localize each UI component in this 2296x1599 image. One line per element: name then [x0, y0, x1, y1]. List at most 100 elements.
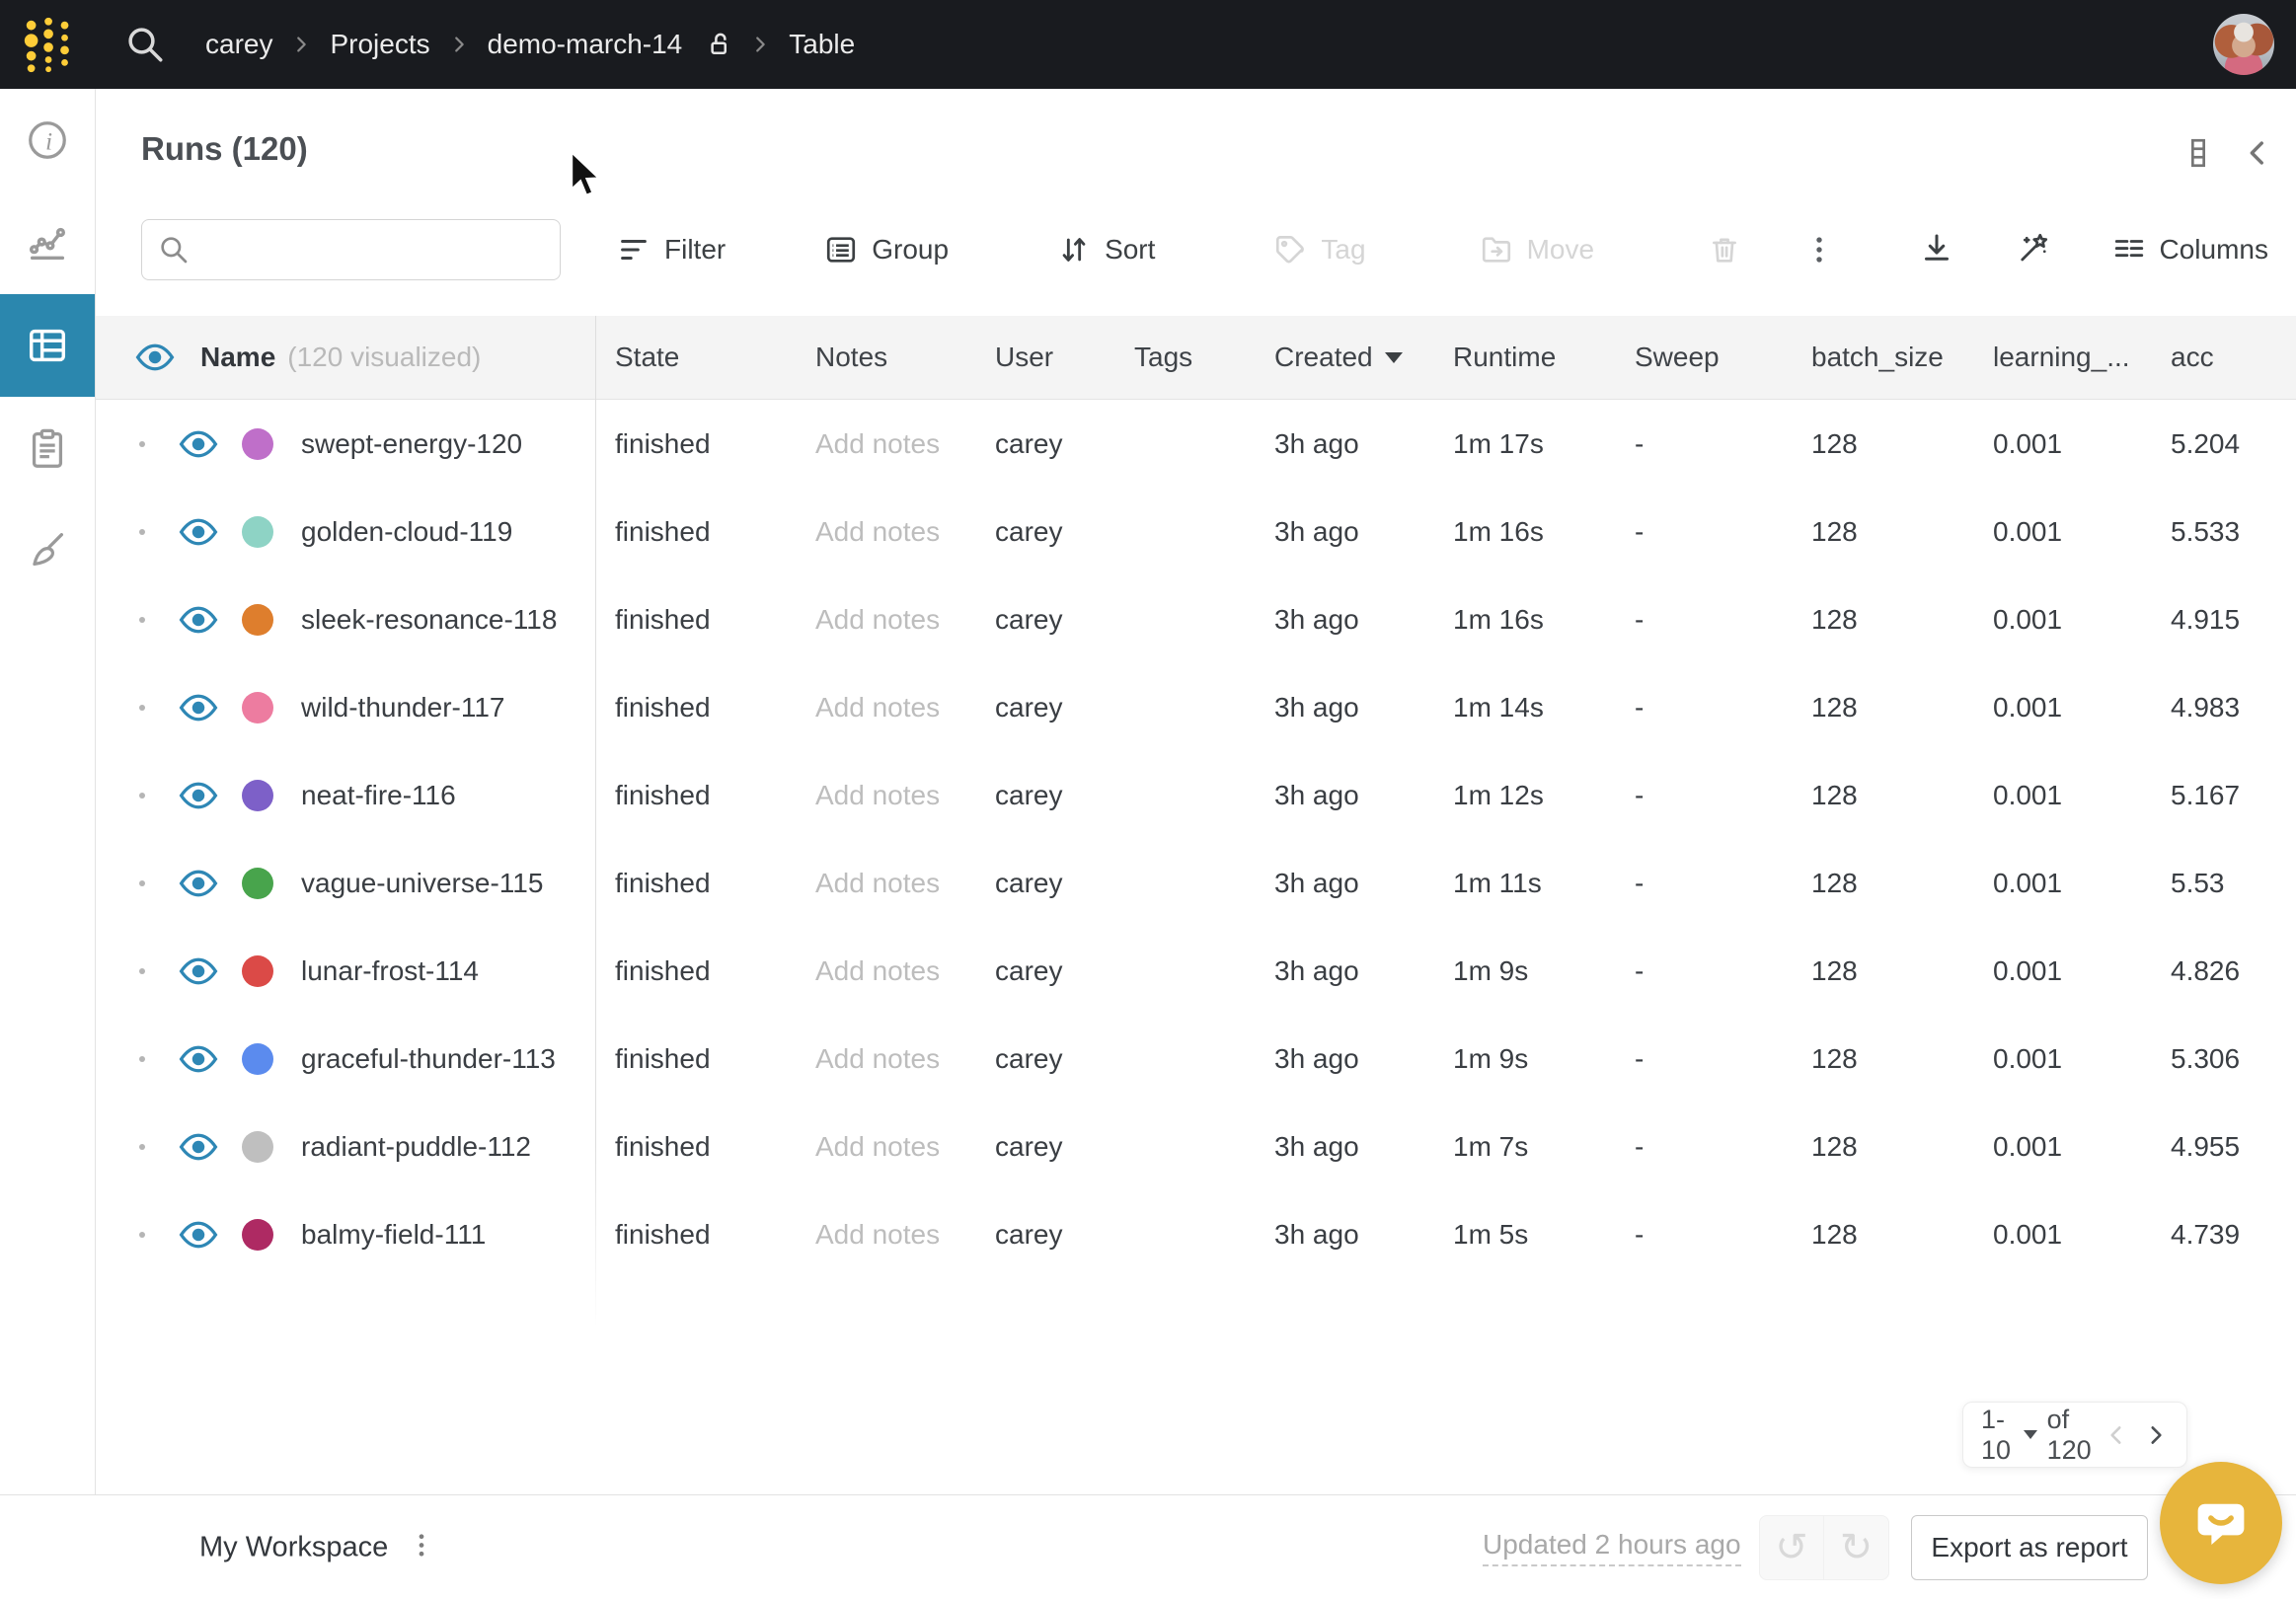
run-color-dot[interactable]: [242, 1219, 273, 1251]
run-color-dot[interactable]: [242, 604, 273, 636]
visibility-eye-icon[interactable]: [177, 598, 220, 642]
run-name-link[interactable]: lunar-frost-114: [301, 955, 479, 987]
sort-button[interactable]: Sort: [1057, 233, 1155, 266]
breadcrumb-projects[interactable]: Projects: [330, 29, 429, 60]
workspace-label[interactable]: My Workspace: [199, 1531, 388, 1563]
run-name-link[interactable]: sleek-resonance-118: [301, 604, 557, 636]
visibility-eye-icon[interactable]: [177, 510, 220, 554]
run-color-dot[interactable]: [242, 516, 273, 548]
notes-cell[interactable]: Add notes: [796, 1043, 975, 1075]
run-color-dot[interactable]: [242, 428, 273, 460]
run-color-dot[interactable]: [242, 955, 273, 987]
undo-button[interactable]: ↺: [1759, 1515, 1824, 1580]
download-button[interactable]: [1919, 230, 1954, 270]
learning-rate-cell: 0.001: [1973, 604, 2151, 636]
column-header-tags[interactable]: Tags: [1114, 342, 1255, 373]
drag-handle[interactable]: [139, 617, 145, 623]
collapse-chevron-icon[interactable]: [2241, 136, 2274, 170]
visibility-eye-icon[interactable]: [133, 336, 177, 379]
sidebar-item-logs[interactable]: [0, 397, 95, 499]
drag-handle[interactable]: [139, 1232, 145, 1238]
table-row: radiant-puddle-112 finished Add notes ca…: [96, 1103, 2296, 1190]
column-header-batch-size[interactable]: batch_size: [1792, 342, 1973, 373]
panel-icon[interactable]: [2181, 136, 2215, 170]
visibility-eye-icon[interactable]: [177, 422, 220, 466]
column-header-name[interactable]: Name (120 visualized): [96, 336, 595, 379]
visibility-eye-icon[interactable]: [177, 862, 220, 905]
column-header-runtime[interactable]: Runtime: [1433, 342, 1615, 373]
chat-support-button[interactable]: [2160, 1462, 2282, 1584]
magic-wand-button[interactable]: [2016, 230, 2051, 270]
breadcrumb-user[interactable]: carey: [205, 29, 272, 60]
column-header-acc[interactable]: acc: [2151, 342, 2296, 373]
drag-handle[interactable]: [139, 1144, 145, 1150]
next-page-chevron-icon[interactable]: [2143, 1422, 2169, 1448]
runs-search-box[interactable]: [141, 219, 561, 280]
run-name-link[interactable]: neat-fire-116: [301, 780, 456, 811]
notes-cell[interactable]: Add notes: [796, 955, 975, 987]
column-header-notes[interactable]: Notes: [796, 342, 975, 373]
column-header-learning-rate[interactable]: learning_...: [1973, 342, 2151, 373]
run-name-link[interactable]: radiant-puddle-112: [301, 1131, 531, 1163]
run-name-link[interactable]: balmy-field-111: [301, 1219, 486, 1251]
runs-search-input[interactable]: [201, 220, 560, 279]
run-color-dot[interactable]: [242, 1043, 273, 1075]
drag-handle[interactable]: [139, 968, 145, 974]
visibility-eye-icon[interactable]: [177, 1037, 220, 1081]
sidebar-item-charts[interactable]: [0, 191, 95, 294]
filter-button[interactable]: Filter: [617, 233, 726, 266]
run-name-link[interactable]: wild-thunder-117: [301, 692, 505, 723]
sidebar-item-sweeps[interactable]: [0, 499, 95, 602]
run-color-dot[interactable]: [242, 868, 273, 899]
notes-cell[interactable]: Add notes: [796, 780, 975, 811]
more-actions-button[interactable]: [1802, 233, 1836, 266]
delete-button[interactable]: [1708, 233, 1741, 266]
run-color-dot[interactable]: [242, 780, 273, 811]
notes-cell[interactable]: Add notes: [796, 868, 975, 899]
visibility-eye-icon[interactable]: [177, 950, 220, 993]
drag-handle[interactable]: [139, 1056, 145, 1062]
page-range-dropdown[interactable]: 1-10: [1981, 1405, 2037, 1466]
wandb-logo[interactable]: [20, 14, 81, 75]
run-name-link[interactable]: swept-energy-120: [301, 428, 522, 460]
breadcrumb-project[interactable]: demo-march-14: [488, 29, 683, 60]
notes-cell[interactable]: Add notes: [796, 428, 975, 460]
run-name-link[interactable]: graceful-thunder-113: [301, 1043, 556, 1075]
run-name-link[interactable]: golden-cloud-119: [301, 516, 512, 548]
column-header-created[interactable]: Created: [1255, 342, 1433, 373]
sidebar-item-runs-table[interactable]: [0, 294, 95, 397]
breadcrumb-page[interactable]: Table: [789, 29, 855, 60]
export-report-button[interactable]: Export as report: [1911, 1515, 2148, 1580]
notes-cell[interactable]: Add notes: [796, 692, 975, 723]
acc-cell: 4.739: [2151, 1219, 2296, 1251]
drag-handle[interactable]: [139, 880, 145, 886]
drag-handle[interactable]: [139, 529, 145, 535]
user-avatar[interactable]: [2213, 14, 2274, 75]
run-color-dot[interactable]: [242, 1131, 273, 1163]
notes-cell[interactable]: Add notes: [796, 1131, 975, 1163]
notes-cell[interactable]: Add notes: [796, 1219, 975, 1251]
previous-page-chevron-icon[interactable]: [2104, 1422, 2129, 1448]
visibility-eye-icon[interactable]: [177, 1125, 220, 1169]
visibility-eye-icon[interactable]: [177, 1213, 220, 1256]
drag-handle[interactable]: [139, 441, 145, 447]
group-button[interactable]: Group: [824, 233, 949, 266]
tag-button[interactable]: Tag: [1273, 233, 1365, 266]
notes-cell[interactable]: Add notes: [796, 516, 975, 548]
sidebar-item-overview[interactable]: [0, 89, 95, 191]
drag-handle[interactable]: [139, 793, 145, 799]
drag-handle[interactable]: [139, 705, 145, 711]
redo-button[interactable]: ↻: [1824, 1515, 1889, 1580]
search-icon[interactable]: [124, 24, 166, 65]
notes-cell[interactable]: Add notes: [796, 604, 975, 636]
workspace-menu-button[interactable]: [407, 1530, 436, 1564]
run-name-link[interactable]: vague-universe-115: [301, 868, 543, 899]
column-header-sweep[interactable]: Sweep: [1615, 342, 1792, 373]
visibility-eye-icon[interactable]: [177, 774, 220, 817]
move-button[interactable]: Move: [1480, 233, 1594, 266]
visibility-eye-icon[interactable]: [177, 686, 220, 729]
column-header-state[interactable]: State: [595, 342, 796, 373]
column-header-user[interactable]: User: [975, 342, 1114, 373]
columns-button[interactable]: Columns: [2112, 233, 2268, 266]
run-color-dot[interactable]: [242, 692, 273, 723]
